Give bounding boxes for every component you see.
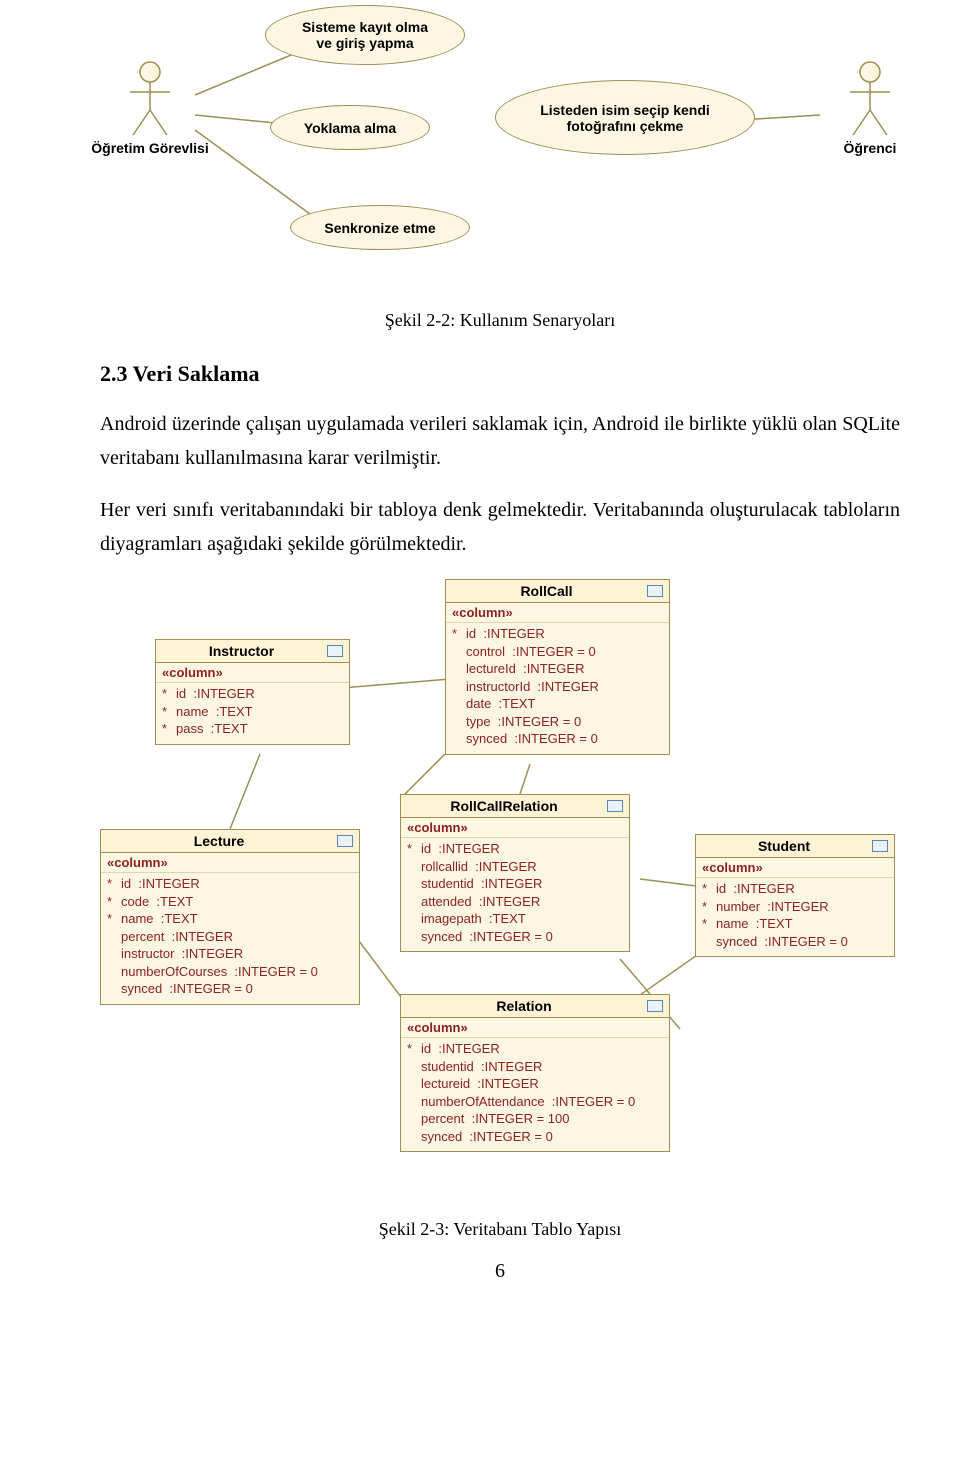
section-title: 2.3 Veri Saklama: [100, 361, 900, 387]
column-row: type :INTEGER = 0: [452, 713, 663, 731]
stereotype-label: «column»: [696, 858, 894, 878]
column-row: imagepath :TEXT: [407, 910, 623, 928]
paragraph-1: Android üzerinde çalışan uygulamada veri…: [100, 407, 900, 475]
table-student-cols: *id :INTEGER*number :INTEGER*name :TEXTs…: [696, 878, 894, 956]
usecase-diagram: Öğretim Görevlisi Öğrenci Sisteme kayıt …: [100, 0, 900, 290]
column-row: *id :INTEGER: [702, 880, 888, 898]
usecase-select-take-photo: Listeden isim seçip kendi fotoğrafını çe…: [495, 80, 755, 155]
column-row: rollcallid :INTEGER: [407, 858, 623, 876]
page-number: 6: [100, 1260, 900, 1283]
column-row: *name :TEXT: [107, 910, 353, 928]
table-relation: Relation «column» *id :INTEGERstudentid …: [400, 994, 670, 1152]
table-rollcallrelation-title: RollCallRelation: [450, 798, 557, 814]
er-diagram: Instructor «column» *id :INTEGER*name :T…: [100, 579, 900, 1199]
stickman-icon: [845, 60, 895, 140]
usecase-sync: Senkronize etme: [290, 205, 470, 250]
paragraph-2: Her veri sınıfı veritabanındaki bir tabl…: [100, 493, 900, 561]
figure-caption-2: Şekil 2-3: Veritabanı Tablo Yapısı: [100, 1219, 900, 1240]
table-rollcall-cols: *id :INTEGERcontrol :INTEGER = 0lectureI…: [446, 623, 669, 754]
table-rollcall-title: RollCall: [520, 583, 572, 599]
table-lecture-cols: *id :INTEGER*code :TEXT*name :TEXTpercen…: [101, 873, 359, 1004]
column-row: numberOfCourses :INTEGER = 0: [107, 963, 353, 981]
stereotype-label: «column»: [446, 603, 669, 623]
column-row: numberOfAttendance :INTEGER = 0: [407, 1093, 663, 1111]
table-instructor-cols: *id :INTEGER*name :TEXT*pass :TEXT: [156, 683, 349, 744]
table-student: Student «column» *id :INTEGER*number :IN…: [695, 834, 895, 957]
table-rollcallrelation-cols: *id :INTEGERrollcallid :INTEGERstudentid…: [401, 838, 629, 951]
column-row: control :INTEGER = 0: [452, 643, 663, 661]
column-row: *number :INTEGER: [702, 898, 888, 916]
usecase-connectors: [100, 0, 900, 290]
actor-instructor: Öğretim Görevlisi: [80, 60, 220, 156]
table-header-icon: [647, 585, 663, 597]
column-row: synced :INTEGER = 0: [107, 980, 353, 998]
stereotype-label: «column»: [401, 818, 629, 838]
page: Öğretim Görevlisi Öğrenci Sisteme kayıt …: [0, 0, 960, 1323]
column-row: lectureId :INTEGER: [452, 660, 663, 678]
actor-instructor-label: Öğretim Görevlisi: [80, 140, 220, 156]
table-rollcall: RollCall «column» *id :INTEGERcontrol :I…: [445, 579, 670, 755]
table-relation-cols: *id :INTEGERstudentid :INTEGERlectureid …: [401, 1038, 669, 1151]
stickman-icon: [125, 60, 175, 140]
column-row: *id :INTEGER: [107, 875, 353, 893]
table-header-icon: [647, 1000, 663, 1012]
table-student-title: Student: [758, 838, 810, 854]
column-row: *id :INTEGER: [162, 685, 343, 703]
table-header-icon: [607, 800, 623, 812]
stereotype-label: «column»: [101, 853, 359, 873]
actor-student-label: Öğrenci: [820, 140, 920, 156]
column-row: *name :TEXT: [702, 915, 888, 933]
stereotype-label: «column»: [401, 1018, 669, 1038]
column-row: lectureid :INTEGER: [407, 1075, 663, 1093]
table-lecture: Lecture «column» *id :INTEGER*code :TEXT…: [100, 829, 360, 1005]
column-row: studentid :INTEGER: [407, 875, 623, 893]
table-rollcallrelation: RollCallRelation «column» *id :INTEGERro…: [400, 794, 630, 952]
column-row: percent :INTEGER = 100: [407, 1110, 663, 1128]
figure-caption-1: Şekil 2-2: Kullanım Senaryoları: [100, 310, 900, 331]
column-row: attended :INTEGER: [407, 893, 623, 911]
column-row: synced :INTEGER = 0: [702, 933, 888, 951]
column-row: *id :INTEGER: [452, 625, 663, 643]
column-row: *code :TEXT: [107, 893, 353, 911]
column-row: percent :INTEGER: [107, 928, 353, 946]
table-lecture-title: Lecture: [194, 833, 245, 849]
stereotype-label: «column»: [156, 663, 349, 683]
column-row: *pass :TEXT: [162, 720, 343, 738]
table-instructor-title: Instructor: [209, 643, 274, 659]
column-row: *name :TEXT: [162, 703, 343, 721]
column-row: *id :INTEGER: [407, 840, 623, 858]
column-row: synced :INTEGER = 0: [407, 928, 623, 946]
table-header-icon: [337, 835, 353, 847]
column-row: instructorId :INTEGER: [452, 678, 663, 696]
column-row: studentid :INTEGER: [407, 1058, 663, 1076]
actor-student: Öğrenci: [820, 60, 920, 156]
column-row: synced :INTEGER = 0: [407, 1128, 663, 1146]
column-row: instructor :INTEGER: [107, 945, 353, 963]
column-row: *id :INTEGER: [407, 1040, 663, 1058]
usecase-take-attendance: Yoklama alma: [270, 105, 430, 150]
table-header-icon: [872, 840, 888, 852]
table-instructor: Instructor «column» *id :INTEGER*name :T…: [155, 639, 350, 745]
column-row: synced :INTEGER = 0: [452, 730, 663, 748]
table-header-icon: [327, 645, 343, 657]
table-relation-title: Relation: [496, 998, 551, 1014]
usecase-register-login: Sisteme kayıt olma ve giriş yapma: [265, 5, 465, 65]
column-row: date :TEXT: [452, 695, 663, 713]
